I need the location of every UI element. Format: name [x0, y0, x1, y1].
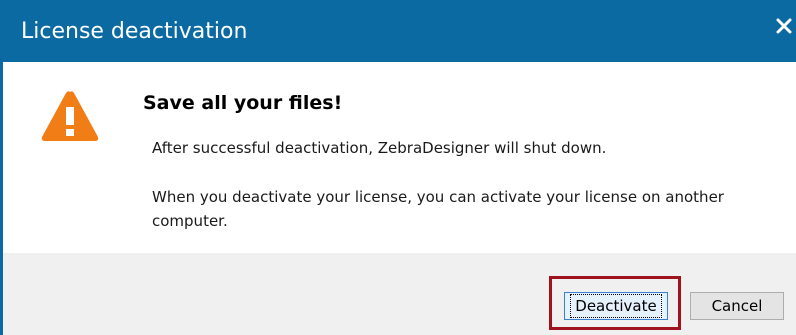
license-deactivation-dialog: License deactivation Save all your files…	[0, 0, 796, 335]
dialog-title: License deactivation	[21, 19, 248, 44]
message-reactivate: When you deactivate your license, you ca…	[152, 188, 724, 230]
warning-headline: Save all your files!	[143, 92, 343, 114]
dialog-footer	[3, 253, 796, 335]
message-shutdown: After successful deactivation, ZebraDesi…	[152, 139, 607, 157]
dialog-content: Save all your files! After successful de…	[3, 62, 796, 253]
title-bar: License deactivation	[3, 0, 796, 62]
warning-icon	[41, 91, 99, 141]
cancel-button[interactable]: Cancel	[690, 292, 784, 320]
close-icon	[776, 18, 792, 34]
deactivate-button-label: Deactivate	[570, 294, 662, 318]
deactivate-button[interactable]: Deactivate	[564, 292, 668, 320]
close-button[interactable]	[772, 14, 796, 38]
